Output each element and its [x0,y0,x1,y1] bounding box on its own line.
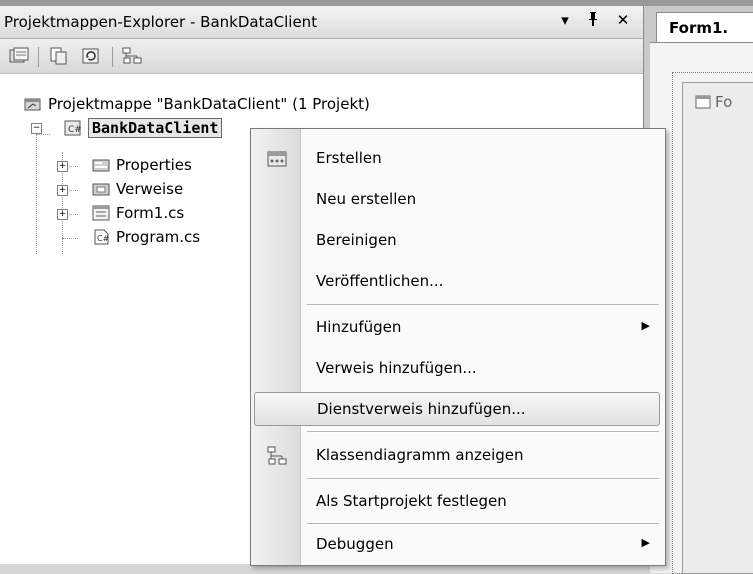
form-file-icon [92,205,110,221]
tree-label: Verweise [116,180,184,198]
project-label: BankDataClient [88,118,223,138]
tree-item-project[interactable]: C# BankDataClient [64,117,223,139]
csharp-file-icon: C# [92,229,110,245]
project-context-menu: Erstellen Neu erstellen Bereinigen Veröf… [250,128,666,566]
class-diagram-icon[interactable] [122,45,144,67]
tree-connector [62,238,78,239]
solution-explorer-title: Projektmappen-Explorer - BankDataClient [4,13,318,31]
class-diagram-icon [266,445,288,467]
menu-item-set-startup-project[interactable]: Als Startprojekt festlegen [254,485,660,519]
menu-item-label: Dienstverweis hinzufügen... [317,400,526,418]
tree-label: Properties [116,156,192,174]
tree-label: Form1.cs [116,204,185,222]
menu-item-debug[interactable]: Debuggen ▶ [254,528,660,562]
tree-item-properties[interactable]: Properties [92,154,192,176]
menu-item-add-reference[interactable]: Verweis hinzufügen... [254,352,660,386]
menu-separator [307,431,659,433]
form-caption: Fo [695,93,732,111]
designer-form[interactable]: Fo [682,82,753,574]
toolbar-separator [112,47,113,67]
auto-hide-pin-icon[interactable] [584,11,602,31]
menu-item-publish[interactable]: Veröffentlichen... [254,265,660,299]
menu-item-label: Debuggen [316,535,394,553]
solution-explorer-titlebar: Projektmappen-Explorer - BankDataClient … [0,6,643,39]
toolbar-separator [38,47,39,67]
menu-item-label: Hinzufügen [316,318,402,336]
menu-item-label: Klassendiagramm anzeigen [316,446,524,464]
tab-form1-designer[interactable]: Form1. [656,12,753,42]
menu-item-view-class-diagram[interactable]: Klassendiagramm anzeigen [254,439,660,473]
menu-item-build[interactable]: Erstellen [254,142,660,176]
solution-label: Projektmappe "BankDataClient" (1 Projekt… [48,95,370,113]
collapse-project-icon[interactable]: − [31,123,42,134]
expand-properties-icon[interactable]: + [57,161,68,172]
menu-item-label: Verweis hinzufügen... [316,359,477,377]
svg-text:C#: C# [68,125,82,135]
window-position-dropdown-icon[interactable]: ▾ [556,11,574,29]
tree-item-references[interactable]: Verweise [92,178,183,200]
tree-connector [36,128,37,254]
solution-icon [24,96,42,112]
properties-icon[interactable] [8,45,30,67]
menu-item-add[interactable]: Hinzufügen ▶ [254,311,660,345]
menu-item-label: Bereinigen [316,231,397,249]
expand-references-icon[interactable]: + [57,185,68,196]
properties-folder-icon [92,157,110,173]
menu-separator [307,304,659,306]
form-icon [695,95,711,109]
refresh-icon[interactable] [80,45,102,67]
menu-separator [307,523,659,525]
menu-item-rebuild[interactable]: Neu erstellen [254,183,660,217]
tree-item-program[interactable]: C# Program.cs [92,226,200,248]
menu-item-clean[interactable]: Bereinigen [254,224,660,258]
tree-item-form1[interactable]: Form1.cs [92,202,184,224]
tree-connector [36,134,50,135]
menu-item-label: Neu erstellen [316,190,417,208]
menu-separator [307,478,659,480]
svg-text:C#: C# [97,234,110,243]
tree-item-solution[interactable]: Projektmappe "BankDataClient" (1 Projekt… [24,93,370,115]
form-caption-text: Fo [715,93,733,111]
menu-item-label: Veröffentlichen... [316,272,444,290]
solution-explorer-toolbar [0,39,643,74]
submenu-arrow-icon: ▶ [641,536,650,549]
show-all-files-icon[interactable] [48,45,70,67]
tree-label: Program.cs [116,228,201,246]
csharp-project-icon: C# [64,120,82,136]
expand-form1-icon[interactable]: + [57,209,68,220]
close-icon[interactable]: ✕ [614,11,632,29]
menu-item-add-service-reference[interactable]: Dienstverweis hinzufügen... [254,392,660,426]
menu-item-label: Erstellen [316,149,382,167]
references-folder-icon [92,181,110,197]
menu-item-label: Als Startprojekt festlegen [316,492,507,510]
submenu-arrow-icon: ▶ [641,319,650,332]
build-icon [266,148,288,170]
